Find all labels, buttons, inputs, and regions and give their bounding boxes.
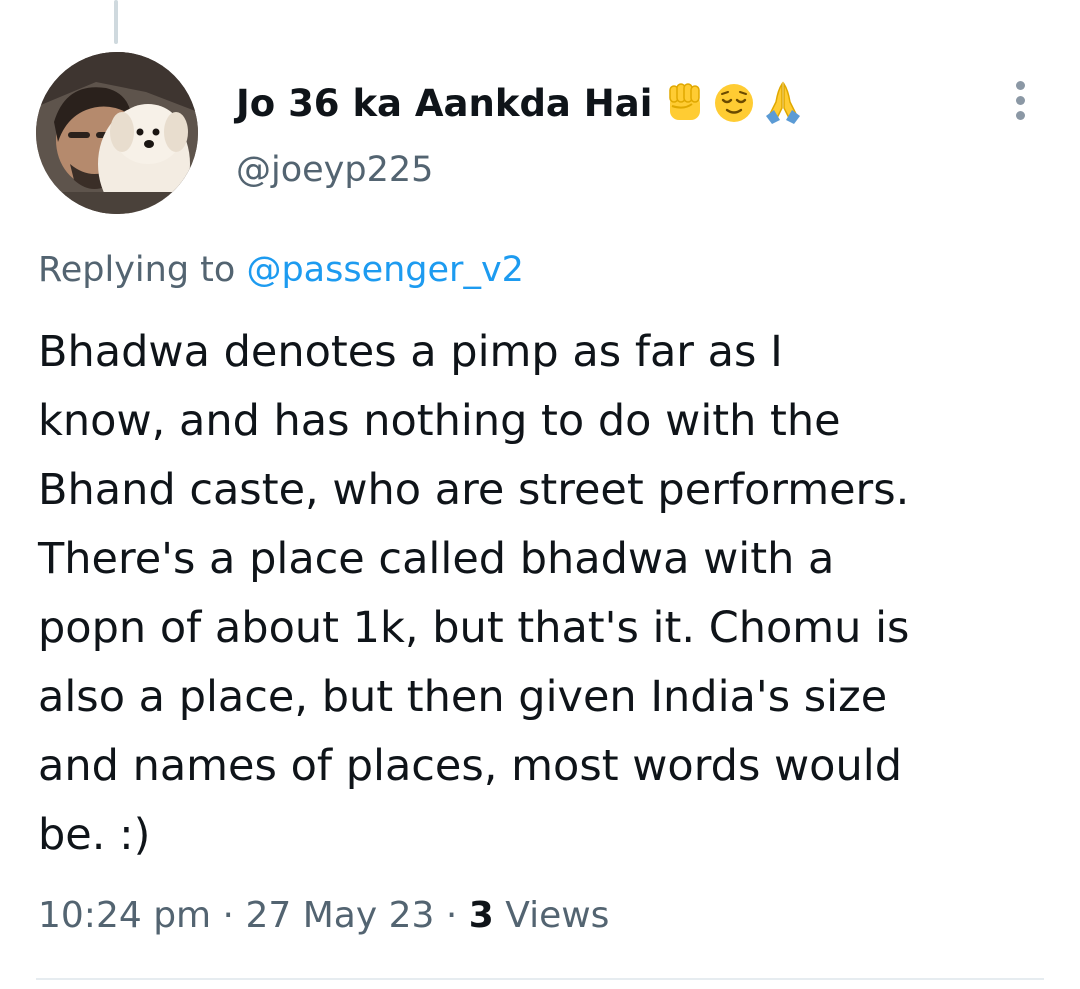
tweet-date[interactable]: 27 May 23	[245, 895, 434, 936]
views-count: 3	[468, 895, 494, 936]
more-dot-icon	[1015, 110, 1025, 120]
tweet-meta: 10:24 pm · 27 May 23 · 3 Views	[38, 895, 609, 936]
meta-separator: ·	[434, 895, 469, 936]
tweet-text-line: also a place, but then given India's siz…	[38, 672, 888, 722]
tweet-text-line: be. :)	[38, 810, 151, 860]
avatar[interactable]	[36, 52, 198, 214]
tweet-time[interactable]: 10:24 pm	[38, 895, 211, 936]
views-label: Views	[493, 895, 610, 936]
tweet-text-line: know, and has nothing to do with the	[38, 396, 841, 446]
raised-fist-icon	[669, 83, 701, 120]
author-display-name-row[interactable]: Jo 36 ka Aankda Hai	[236, 78, 806, 128]
relieved-face-icon	[715, 84, 754, 122]
replying-to: Replying to @passenger_v2	[38, 250, 524, 290]
tweet-text-line: Bhand caste, who are street performers.	[38, 465, 910, 515]
tweet-text-line: Bhadwa denotes a pimp as far as I	[38, 327, 783, 377]
name-emojis	[662, 80, 806, 126]
more-dot-icon	[1015, 95, 1025, 105]
divider	[36, 978, 1044, 980]
tweet-text-line: and names of places, most words would	[38, 741, 902, 791]
tweet-text-line: popn of about 1k, but that's it. Chomu i…	[38, 603, 910, 653]
tweet-text-line: There's a place called bhadwa with a	[38, 534, 835, 584]
tweet-detail: Jo 36 ka Aankda Hai @joeyp225 Replying t…	[0, 0, 1080, 989]
replying-to-label: Replying to	[38, 250, 247, 290]
folded-hands-icon	[766, 81, 801, 124]
more-options-button[interactable]	[1004, 78, 1036, 122]
thread-connector-line	[114, 0, 118, 44]
author-handle[interactable]: @joeyp225	[236, 150, 433, 190]
tweet-text: Bhadwa denotes a pimp as far as I know, …	[38, 318, 1048, 870]
author-display-name[interactable]: Jo 36 ka Aankda Hai	[236, 82, 652, 125]
more-dot-icon	[1015, 80, 1025, 90]
reply-mention-link[interactable]: @passenger_v2	[246, 250, 523, 290]
avatar-photo	[36, 52, 198, 214]
meta-separator: ·	[211, 895, 246, 936]
